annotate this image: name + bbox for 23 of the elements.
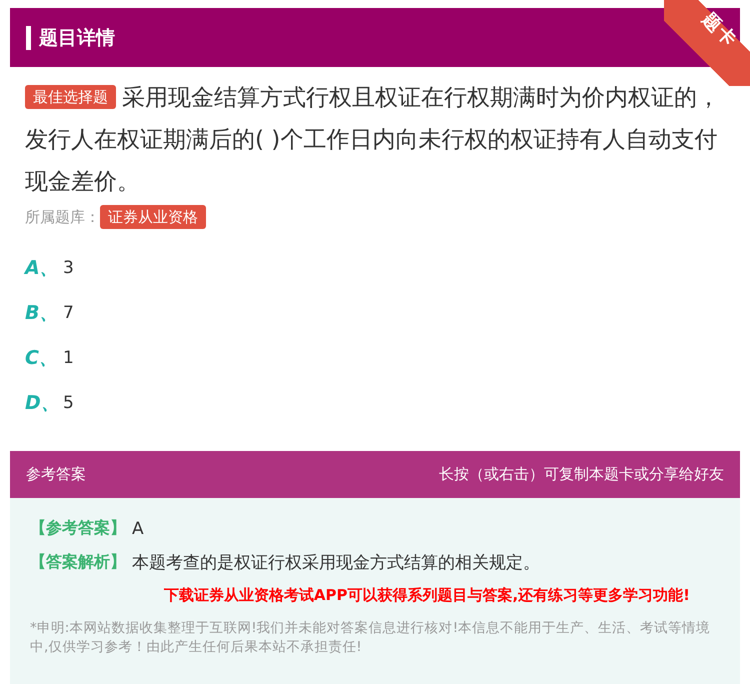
promo-text: 下载证券从业资格考试APP可以获得系列题目与答案,还有练习等更多学习功能! (162, 586, 691, 605)
corner-ribbon[interactable]: 题卡 (664, 0, 750, 86)
option-letter: D、 (25, 390, 55, 416)
header-title: 题目详情 (39, 26, 115, 50)
answer-value: A (132, 518, 144, 538)
option-letter: B、 (25, 300, 55, 326)
question-text: 最佳选择题 采用现金结算方式行权且权证在行权期满时为价内权证的，发行人在权证期满后的( )个工作日内向未行权的权证持有人自动支付现金差价。 (25, 84, 720, 197)
answer-title: 参考答案 (26, 465, 86, 484)
option-text: 1 (63, 348, 74, 368)
option-text: 3 (63, 258, 74, 278)
answer-label: 【参考答案】 (30, 518, 126, 539)
disclaimer-text: *申明:本网站数据收集整理于互联网!我们并未能对答案信息进行核对!本信息不能用于生产、生活、考试等情境中,仅供学习参考！由此产生任何后果本站不承担责任! (30, 619, 712, 657)
title-bar-mark (26, 26, 31, 50)
option-letter: A、 (25, 256, 55, 280)
bank-tag[interactable]: 证券从业资格 (100, 205, 206, 229)
bank-label: 所属题库： (25, 208, 100, 226)
analysis-label: 【答案解析】 (30, 552, 126, 573)
option-letter: C、 (25, 346, 55, 370)
analysis-text: 本题考查的是权证行权采用现金方式结算的相关规定。 (132, 552, 540, 574)
option-text: 5 (63, 392, 74, 412)
option-text: 7 (63, 302, 74, 322)
share-hint: 长按（或右击）可复制本题卡或分享给好友 (439, 465, 724, 484)
question-type-tag: 最佳选择题 (25, 85, 116, 109)
